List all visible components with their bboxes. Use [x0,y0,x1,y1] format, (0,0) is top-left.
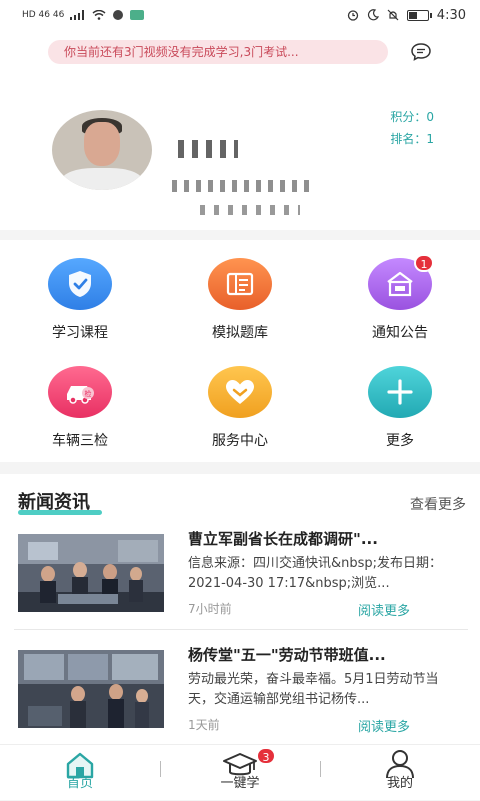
news-item[interactable]: 曹立军副省长在成都调研"... 信息来源：四川交通快讯&nbsp;发布日期：20… [18,528,468,628]
network-indicator: HD 46 46 [22,9,65,20]
silent-icon [387,9,399,21]
status-bar: HD 46 46 4:30 [0,0,480,30]
grid-label: 更多 [386,433,414,449]
user-name-redacted [178,140,238,158]
grid-item-vehicle-check[interactable]: 检 车辆三检 [20,366,140,450]
news-thumbnail[interactable] [18,534,164,612]
profile-section: 你当前还有3门视频没有完成学习,3门考试... 积分：0 排名：1 [0,30,480,230]
signal-icon [70,10,85,20]
read-more-link[interactable]: 阅读更多 [358,600,410,619]
bottom-tab-bar: 首页 3 一键学 我的 [0,744,480,800]
points-row: 积分：0 [390,108,434,125]
notice-icon: 1 [368,254,434,310]
status-left: HD 46 46 [22,9,145,20]
rank-value: 1 [426,132,434,146]
notice-badge: 1 [414,254,434,272]
rank-row: 排名：1 [390,130,434,147]
grid-item-service-center[interactable]: 服务中心 [180,366,300,450]
news-divider [14,629,468,630]
grid-label: 车辆三检 [52,433,108,449]
status-time: 4:30 [436,7,466,23]
rank-label: 排名： [390,132,427,146]
grid-item-notices[interactable]: 1 通知公告 [340,254,460,342]
grid-label: 通知公告 [372,325,428,341]
news-time: 1天前 [188,718,220,732]
tab-separator [320,761,321,777]
news-section: 新闻资讯 查看更多 曹立军副省长在成都调研"... 信息来源：四川交通快讯&nb… [0,474,480,744]
tab-label: 我的 [386,776,413,791]
message-icon[interactable] [410,42,432,62]
tab-label: 一键学 [220,776,260,791]
plus-icon [368,366,432,418]
news-headline[interactable]: 杨传堂"五一"劳动节带班值... [188,644,458,665]
shield-check-icon [48,258,112,310]
notice-banner[interactable]: 你当前还有3门视频没有完成学习,3门考试... [48,40,388,64]
alarm-icon [347,10,358,21]
points-value: 0 [426,110,434,124]
grid-item-more[interactable]: 更多 [340,366,460,450]
view-more-link[interactable]: 查看更多 [410,494,466,514]
news-item[interactable]: 杨传堂"五一"劳动节带班值... 劳动最光荣，奋斗最幸福。5月1日劳动节当天，交… [18,644,468,744]
car-check-icon: 检 [48,366,112,418]
news-section-title: 新闻资讯 [18,492,90,513]
quick-learn-badge: 3 [256,747,276,765]
wifi-icon [92,10,106,20]
tab-label: 首页 [66,776,93,791]
read-more-link[interactable]: 阅读更多 [358,716,410,735]
news-description: 信息来源：四川交通快讯&nbsp;发布日期：2021-04-30 17:17&n… [188,556,443,591]
avatar[interactable] [52,110,152,190]
points-label: 积分： [390,110,427,124]
grid-label: 服务中心 [212,433,268,449]
tab-home[interactable]: 首页 [20,745,140,801]
grid-item-question-bank[interactable]: 模拟题库 [180,258,300,342]
do-not-disturb-icon [367,9,379,21]
news-time: 7小时前 [188,602,232,616]
tab-separator [160,761,161,777]
grid-label: 学习课程 [52,325,108,341]
tab-quick-learn[interactable]: 3 一键学 [180,745,300,801]
svg-text:检: 检 [85,389,92,398]
battery-icon [406,9,432,21]
function-grid: 学习课程 模拟题库 1 通知公告 检 车辆三检 服务中心 更多 [0,240,480,462]
user-info-redacted [172,180,312,192]
user-info-redacted-2 [200,205,300,215]
news-headline[interactable]: 曹立军副省长在成都调研"... [188,528,458,549]
question-bank-icon [208,258,272,310]
app-notification-icon [113,10,124,20]
heart-icon [208,366,272,418]
chat-notification-icon [130,10,145,20]
grid-item-courses[interactable]: 学习课程 [20,258,140,342]
news-description: 劳动最光荣，奋斗最幸福。5月1日劳动节当天，交通运输部党组书记杨传... [188,672,439,707]
grid-label: 模拟题库 [212,325,268,341]
tab-profile[interactable]: 我的 [340,745,460,801]
news-thumbnail[interactable] [18,650,164,728]
status-right: 4:30 [347,8,466,23]
